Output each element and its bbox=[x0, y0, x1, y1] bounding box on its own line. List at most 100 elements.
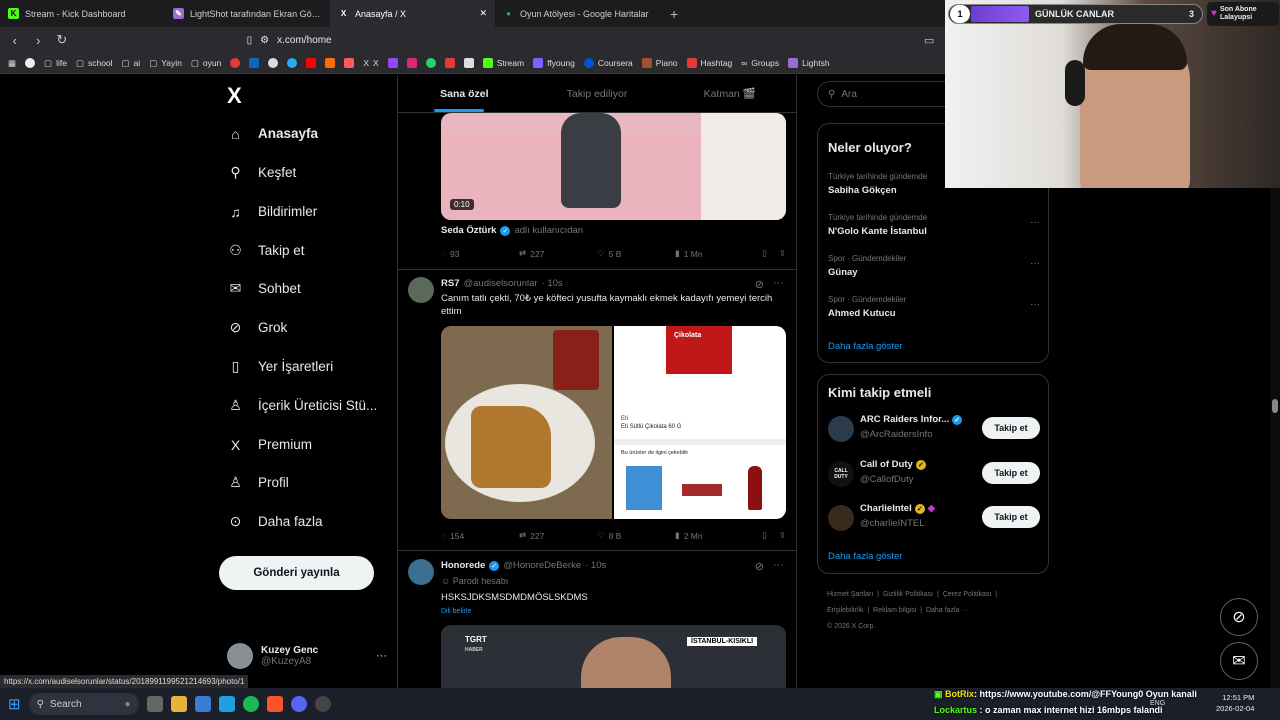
windows-start-icon[interactable]: ⊞ bbox=[8, 695, 21, 713]
nav-premium[interactable]: X Premium bbox=[227, 436, 312, 453]
new-tab-button[interactable]: + bbox=[660, 6, 688, 22]
amazon-icon[interactable] bbox=[463, 58, 474, 68]
system-clock[interactable]: 12:51 PM 2026-02-04 bbox=[1216, 692, 1254, 714]
post-photo-1[interactable] bbox=[441, 326, 612, 519]
post-video[interactable]: 0:10 bbox=[441, 113, 786, 220]
trend-item[interactable]: Spor · Gündemdekiler Ahmed Kutucu ··· bbox=[828, 295, 1040, 319]
more-icon[interactable]: ··· bbox=[1030, 258, 1040, 269]
address-field[interactable]: ▯ ⚙ x.com/home bbox=[247, 30, 914, 50]
bookmark-lightshot[interactable]: Lightsh bbox=[788, 58, 830, 68]
account-switcher[interactable]: Kuzey Genc @KuzeyA8 ··· bbox=[227, 643, 387, 669]
like-button[interactable]: ♡ 8 B bbox=[597, 530, 675, 541]
spotify-icon[interactable] bbox=[242, 696, 259, 712]
reply-button[interactable]: ◌ 93 bbox=[441, 248, 519, 259]
back-icon[interactable]: ‹ bbox=[8, 33, 22, 48]
bookmark-hashtag[interactable]: Hashtag bbox=[686, 58, 732, 68]
avatar[interactable] bbox=[408, 559, 434, 585]
suggested-account[interactable]: CALL DUTY Call of Duty ✓ @CallofDuty Taki… bbox=[828, 459, 1040, 489]
grok-icon[interactable]: ⊘ bbox=[755, 278, 764, 291]
youtube-icon[interactable] bbox=[306, 58, 317, 68]
tab-layer[interactable]: Katman 🎬 bbox=[663, 75, 796, 112]
bookmark-icon[interactable]: ▯ bbox=[762, 248, 767, 259]
discord-icon[interactable] bbox=[290, 696, 307, 712]
bookmark-icon[interactable] bbox=[344, 58, 355, 68]
bookmark-folder[interactable]: ▢ life bbox=[44, 58, 67, 69]
nav-grok[interactable]: ⊘ Grok bbox=[227, 319, 288, 336]
bookmark-x[interactable]: XX bbox=[363, 58, 378, 68]
taskbar-search[interactable]: ⚲ Search ● bbox=[28, 693, 139, 715]
more-icon[interactable]: ··· bbox=[1030, 299, 1040, 310]
tab-following[interactable]: Takip ediliyor bbox=[531, 75, 664, 112]
forward-icon[interactable]: › bbox=[32, 33, 46, 48]
nav-profile[interactable]: ♙ Profil bbox=[227, 474, 289, 491]
grok-icon[interactable]: ⊘ bbox=[755, 560, 764, 573]
more-icon[interactable]: ··· bbox=[773, 277, 784, 289]
repost-button[interactable]: ⇄ 227 bbox=[519, 248, 597, 259]
follow-button[interactable]: Takip et bbox=[982, 462, 1040, 484]
apps-grid-icon[interactable]: ▦ bbox=[8, 58, 16, 69]
x-logo-icon[interactable]: X bbox=[227, 83, 242, 109]
tab-x-home[interactable]: X Anasayfa / X ✕ bbox=[330, 0, 495, 27]
trend-item[interactable]: Spor · Gündemdekiler Günay ··· bbox=[828, 254, 1040, 278]
show-more-link[interactable]: Daha fazla göster bbox=[828, 551, 902, 562]
reload-icon[interactable]: ↻ bbox=[55, 32, 69, 48]
nav-more[interactable]: ⊙ Daha fazla bbox=[227, 513, 323, 530]
close-icon[interactable]: ✕ bbox=[479, 8, 487, 19]
tab-google-maps[interactable]: ● Oyun Atölyesi - Google Haritalar bbox=[495, 0, 660, 27]
bookmark-icon[interactable]: ▯ bbox=[247, 35, 253, 46]
more-icon[interactable]: ··· bbox=[376, 650, 387, 662]
nav-home[interactable]: ⌂ Anasayfa bbox=[227, 125, 318, 142]
task-view-icon[interactable] bbox=[146, 696, 163, 712]
nav-chat[interactable]: ✉ Sohbet bbox=[227, 280, 301, 297]
site-info-icon[interactable]: ⚙ bbox=[260, 35, 269, 46]
scrollbar-thumb[interactable] bbox=[1272, 399, 1278, 413]
bookmark-folder[interactable]: ▢ oyun bbox=[191, 58, 221, 69]
translate-link[interactable]: Dili belirle bbox=[441, 605, 786, 618]
share-icon[interactable]: ⇪ bbox=[779, 248, 786, 259]
tumblr-icon[interactable] bbox=[444, 58, 455, 68]
nav-follow[interactable]: ⚇ Takip et bbox=[227, 242, 304, 259]
nav-bookmarks[interactable]: ▯ Yer İşaretleri bbox=[227, 358, 334, 375]
bookmark-icon[interactable] bbox=[230, 58, 241, 68]
post-photo-2[interactable]: Çikolata Eti Eti Sütlü Çikolata 60 G Bu … bbox=[614, 326, 786, 519]
nav-notifications[interactable]: ♫ Bildirimler bbox=[227, 203, 317, 220]
suggested-account[interactable]: CharlieIntel ✓ ◆ @charlieINTEL Takip et bbox=[828, 503, 1040, 533]
tab-for-you[interactable]: Sana özel bbox=[398, 75, 531, 112]
google-icon[interactable] bbox=[25, 58, 36, 68]
bookmark-folder[interactable]: ▢ school bbox=[76, 58, 113, 69]
messages-button[interactable]: ✉ bbox=[1220, 642, 1258, 680]
post-button[interactable]: Gönderi yayınla bbox=[219, 556, 374, 590]
whatsapp-icon[interactable] bbox=[425, 58, 436, 68]
post-video-3[interactable]: TGRT HABER İSTANBUL-KISIKLI bbox=[441, 625, 786, 688]
bookmark-stream[interactable]: Stream bbox=[482, 58, 524, 68]
reply-button[interactable]: ◌ 154 bbox=[441, 530, 519, 541]
bookmark-folder[interactable]: ▢ ai bbox=[122, 58, 141, 69]
bookmark-folder[interactable]: ▢ Yayin bbox=[149, 58, 182, 69]
avatar[interactable] bbox=[408, 277, 434, 303]
bookmark-icon[interactable]: ▯ bbox=[762, 530, 767, 541]
follow-button[interactable]: Takip et bbox=[982, 417, 1040, 439]
obs-icon[interactable] bbox=[314, 696, 331, 712]
views-button[interactable]: ▮ 1 Mn bbox=[675, 248, 753, 259]
bookmark-groups[interactable]: ∞ Groups bbox=[741, 58, 779, 68]
nav-explore[interactable]: ⚲ Keşfet bbox=[227, 164, 296, 181]
brave-icon[interactable] bbox=[266, 696, 283, 712]
views-button[interactable]: ▮ 2 Mn bbox=[675, 530, 753, 541]
share-icon[interactable]: ⇪ bbox=[779, 530, 786, 541]
trend-item[interactable]: Türkiye tarihinde gündemde N'Golo Kante İ… bbox=[828, 213, 1040, 237]
instagram-icon[interactable] bbox=[406, 58, 417, 68]
linkedin-icon[interactable] bbox=[249, 58, 260, 68]
more-icon[interactable]: ··· bbox=[773, 559, 784, 571]
tab-lightshot[interactable]: ✎LightShot tarafından Ekran Görüntüsü bbox=[165, 0, 330, 27]
more-icon[interactable]: ··· bbox=[1030, 217, 1040, 228]
chrome-icon[interactable] bbox=[268, 58, 279, 68]
suggested-account[interactable]: ARC Raiders Infor... ✓ @ArcRaidersInfo Ta… bbox=[828, 414, 1040, 444]
grok-button[interactable]: ⊘ bbox=[1220, 598, 1258, 636]
file-explorer-icon[interactable] bbox=[170, 696, 187, 712]
bookmark-coursera[interactable]: Coursera bbox=[583, 58, 633, 68]
repost-button[interactable]: ⇄ 227 bbox=[519, 530, 597, 541]
app-icon[interactable] bbox=[218, 696, 235, 712]
telegram-icon[interactable] bbox=[287, 58, 298, 68]
bookmark-ffyoung[interactable]: ffyoung bbox=[533, 58, 575, 68]
follow-button[interactable]: Takip et bbox=[982, 506, 1040, 528]
